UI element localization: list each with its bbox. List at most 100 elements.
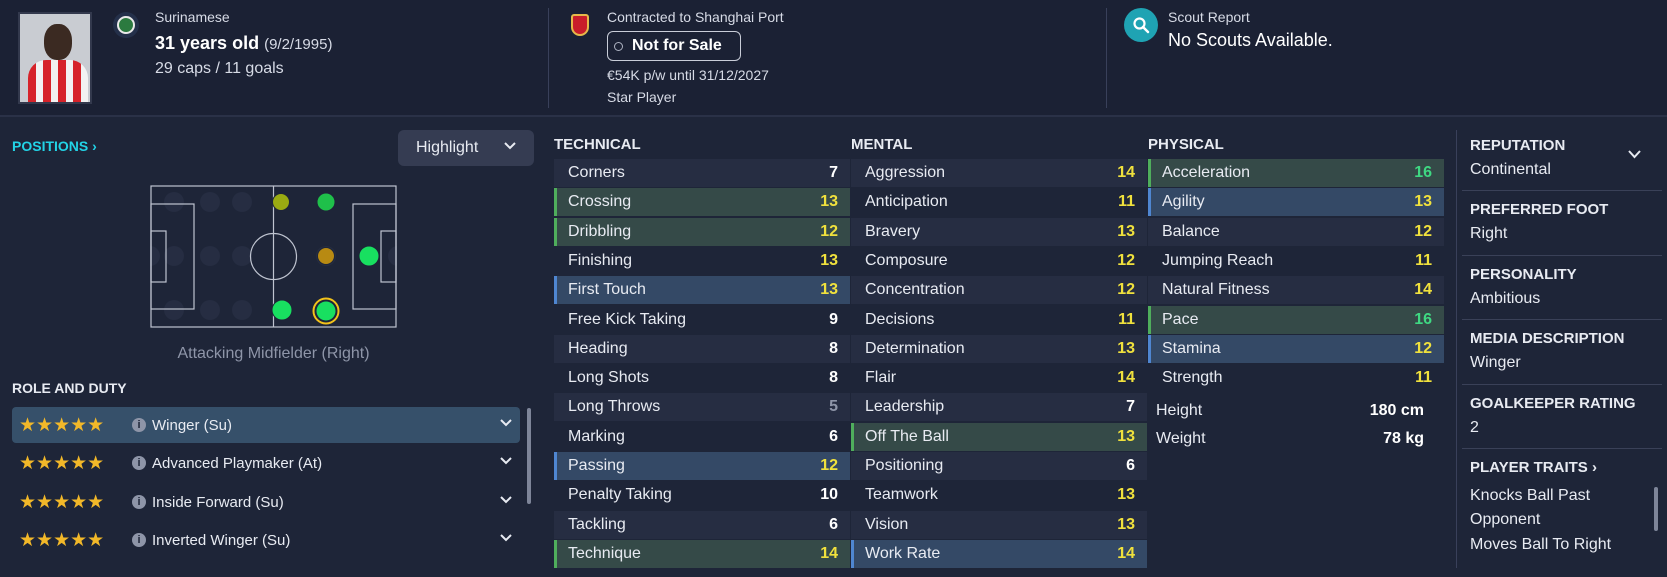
attribute-name: Composure <box>865 252 948 269</box>
attribute-row[interactable]: Agility 13 <box>1148 188 1444 216</box>
positions-link[interactable]: POSITIONS › <box>12 138 97 154</box>
attribute-row[interactable]: Natural Fitness 14 <box>1148 276 1444 304</box>
attribute-row[interactable]: Finishing 13 <box>554 247 850 275</box>
attribute-row[interactable]: Acceleration 16 <box>1148 159 1444 187</box>
attribute-row[interactable]: Decisions 11 <box>851 306 1147 334</box>
attribute-name: Dribbling <box>568 223 632 240</box>
section-divider <box>1462 319 1662 320</box>
attribute-row[interactable]: Stamina 12 <box>1148 335 1444 363</box>
nationality[interactable]: Surinamese <box>155 9 230 25</box>
section-divider <box>1462 190 1662 191</box>
attribute-name: Penalty Taking <box>568 486 672 503</box>
pitch-dot-mid-top[interactable] <box>316 192 336 212</box>
attribute-row[interactable]: Vision 13 <box>851 511 1147 539</box>
role-stars: ★★★★★ <box>19 452 105 474</box>
goalkeeper-rating-value: 2 <box>1470 419 1479 436</box>
attribute-row[interactable]: Long Shots 8 <box>554 364 850 392</box>
attribute-row[interactable]: Heading 8 <box>554 335 850 363</box>
selected-position-label: Attacking Midfielder (Right) <box>177 345 370 362</box>
attribute-row[interactable]: Strength 11 <box>1148 364 1444 392</box>
chevron-down-icon[interactable] <box>1628 150 1641 159</box>
attribute-row[interactable]: Leadership 7 <box>851 393 1147 421</box>
attribute-row[interactable]: Jumping Reach 11 <box>1148 247 1444 275</box>
attribute-name: Jumping Reach <box>1162 252 1274 269</box>
attribute-row[interactable]: Composure 12 <box>851 247 1147 275</box>
physical-title: PHYSICAL <box>1148 136 1224 153</box>
attribute-value: 12 <box>1117 252 1135 269</box>
role-row[interactable]: ★★★★★ i Inverted Winger (Su) <box>12 522 520 558</box>
attribute-name: Decisions <box>865 311 935 328</box>
info-icon[interactable]: i <box>132 456 146 470</box>
attribute-value: 11 <box>1118 311 1135 328</box>
attribute-value: 8 <box>829 340 838 357</box>
nation-flag-icon[interactable] <box>113 12 139 38</box>
attribute-row[interactable]: Passing 12 <box>554 452 850 480</box>
role-row[interactable]: ★★★★★ i Winger (Su) <box>12 407 520 443</box>
player-photo <box>18 12 92 104</box>
attribute-row[interactable]: Off The Ball 13 <box>851 423 1147 451</box>
attribute-row[interactable]: Tackling 6 <box>554 511 850 539</box>
role-name: Winger (Su) <box>152 416 233 434</box>
info-icon[interactable]: i <box>132 495 146 509</box>
attribute-row[interactable]: Crossing 13 <box>554 188 850 216</box>
attribute-name: Pace <box>1162 311 1199 328</box>
attribute-row[interactable]: Concentration 12 <box>851 276 1147 304</box>
attribute-row[interactable]: Free Kick Taking 9 <box>554 306 850 334</box>
attribute-row[interactable]: Aggression 14 <box>851 159 1147 187</box>
player-traits-link[interactable]: PLAYER TRAITS › <box>1470 459 1597 476</box>
attribute-row[interactable]: Flair 14 <box>851 364 1147 392</box>
role-row[interactable]: ★★★★★ i Advanced Playmaker (At) <box>12 445 520 481</box>
attribute-row[interactable]: Dribbling 12 <box>554 218 850 246</box>
attribute-row[interactable]: Anticipation 11 <box>851 188 1147 216</box>
attribute-name: Work Rate <box>865 545 941 562</box>
attribute-value: 14 <box>1117 164 1135 181</box>
info-icon[interactable]: i <box>132 533 146 547</box>
chevron-down-icon[interactable] <box>500 457 512 465</box>
chevron-down-icon[interactable] <box>500 534 512 542</box>
attribute-row[interactable]: Work Rate 14 <box>851 540 1147 568</box>
attribute-row[interactable]: Long Throws 5 <box>554 393 850 421</box>
pitch-dot-amc-mid[interactable] <box>317 247 335 265</box>
attribute-row[interactable]: Positioning 6 <box>851 452 1147 480</box>
attribute-value: 7 <box>1126 398 1135 415</box>
role-row[interactable]: ★★★★★ i Inside Forward (Su) <box>12 484 520 520</box>
info-icon[interactable]: i <box>132 418 146 432</box>
attribute-row[interactable]: Penalty Taking 10 <box>554 481 850 509</box>
attribute-name: Corners <box>568 164 625 181</box>
attribute-row[interactable]: Pace 16 <box>1148 306 1444 334</box>
chevron-down-icon[interactable] <box>500 419 512 427</box>
pitch-dot-dl-top[interactable] <box>272 193 290 211</box>
attribute-value: 14 <box>820 545 838 562</box>
contract-club[interactable]: Contracted to Shanghai Port <box>607 9 784 25</box>
transfer-status-tag[interactable]: Not for Sale <box>607 31 741 61</box>
role-name: Advanced Playmaker (At) <box>152 454 323 472</box>
right-panel-divider <box>1456 130 1457 568</box>
attribute-row[interactable]: Marking 6 <box>554 423 850 451</box>
attribute-value: 6 <box>829 516 838 533</box>
attribute-value: 13 <box>820 252 838 269</box>
roles-scrollbar[interactable] <box>527 408 531 504</box>
chevron-down-icon[interactable] <box>500 496 512 504</box>
player-traits-title: PLAYER TRAITS <box>1470 459 1588 476</box>
attribute-row[interactable]: First Touch 13 <box>554 276 850 304</box>
role-stars: ★★★★★ <box>19 529 105 551</box>
attribute-row[interactable]: Technique 14 <box>554 540 850 568</box>
attribute-row[interactable]: Determination 13 <box>851 335 1147 363</box>
attribute-row[interactable]: Bravery 13 <box>851 218 1147 246</box>
positions-title: POSITIONS <box>12 138 89 154</box>
attribute-row[interactable]: Balance 12 <box>1148 218 1444 246</box>
goalkeeper-rating-title: GOALKEEPER RATING <box>1470 395 1636 412</box>
attribute-row[interactable]: Corners 7 <box>554 159 850 187</box>
squad-status: Star Player <box>607 89 677 105</box>
position-pitch[interactable] <box>150 185 397 328</box>
pitch-dot-st-right[interactable] <box>358 245 380 267</box>
media-description-title: MEDIA DESCRIPTION <box>1470 330 1625 347</box>
reputation-title: REPUTATION <box>1470 137 1566 154</box>
highlight-dropdown[interactable]: Highlight <box>398 130 534 166</box>
attribute-name: Long Throws <box>568 398 661 415</box>
club-badge-icon[interactable] <box>569 12 591 38</box>
traits-scrollbar[interactable] <box>1654 487 1658 531</box>
search-icon[interactable] <box>1124 8 1158 42</box>
attribute-row[interactable]: Teamwork 13 <box>851 481 1147 509</box>
pitch-dot-dl-bot[interactable] <box>271 299 293 321</box>
